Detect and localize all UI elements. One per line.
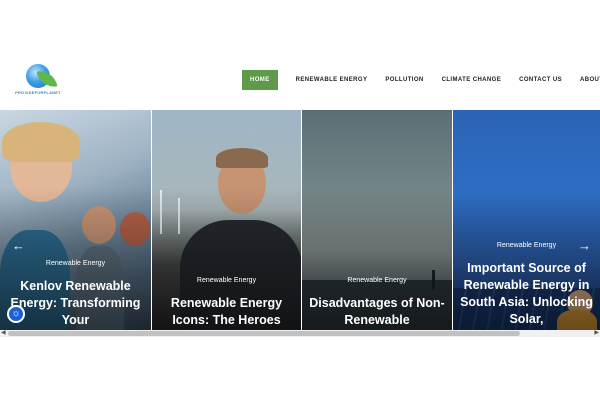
- slide-category[interactable]: Renewable Energy: [0, 260, 151, 267]
- nav-item-about-us[interactable]: ABOUT US: [574, 70, 600, 90]
- nav-item-home[interactable]: HOME: [242, 70, 278, 90]
- scrollbar-thumb[interactable]: [8, 331, 520, 336]
- accessibility-icon[interactable]: ☼: [7, 305, 25, 323]
- slide-category[interactable]: Renewable Energy: [302, 277, 452, 284]
- horizontal-scrollbar[interactable]: ◀ ▶: [0, 330, 600, 337]
- main-nav: HOME RENEWABLE ENERGY POLLUTION CLIMATE …: [242, 70, 600, 90]
- slide-card[interactable]: Renewable Energy Kenlov Renewable Energy…: [0, 110, 151, 330]
- scroll-right-icon[interactable]: ▶: [594, 330, 599, 337]
- nav-item-contact-us[interactable]: CONTACT US: [513, 70, 568, 90]
- nav-item-pollution[interactable]: POLLUTION: [379, 70, 429, 90]
- slide-card[interactable]: Renewable Energy Renewable Energy Icons:…: [152, 110, 301, 330]
- slide-card[interactable]: Renewable Energy Important Source of Ren…: [453, 110, 600, 330]
- slide-card[interactable]: Renewable Energy Disadvantages of Non-Re…: [302, 110, 452, 330]
- slide-title[interactable]: Renewable Energy Icons: The Heroes: [158, 295, 295, 329]
- site-logo[interactable]: PROVIDEFORPLANET: [14, 62, 62, 98]
- slide-category[interactable]: Renewable Energy: [152, 277, 301, 284]
- scroll-left-icon[interactable]: ◀: [1, 330, 6, 337]
- site-header: PROVIDEFORPLANET HOME RENEWABLE ENERGY P…: [0, 0, 600, 110]
- slide-title[interactable]: Kenlov Renewable Energy: Transforming Yo…: [6, 278, 145, 329]
- slide-title[interactable]: Disadvantages of Non-Renewable: [308, 295, 446, 329]
- logo-text: PROVIDEFORPLANET: [15, 90, 61, 95]
- arrow-left-icon[interactable]: ←: [12, 238, 25, 253]
- post-slider: Renewable Energy Kenlov Renewable Energy…: [0, 110, 600, 330]
- nav-item-renewable-energy[interactable]: RENEWABLE ENERGY: [290, 70, 374, 90]
- nav-item-climate-change[interactable]: CLIMATE CHANGE: [436, 70, 508, 90]
- arrow-right-icon[interactable]: →: [578, 238, 591, 253]
- slide-title[interactable]: Important Source of Renewable Energy in …: [459, 260, 594, 328]
